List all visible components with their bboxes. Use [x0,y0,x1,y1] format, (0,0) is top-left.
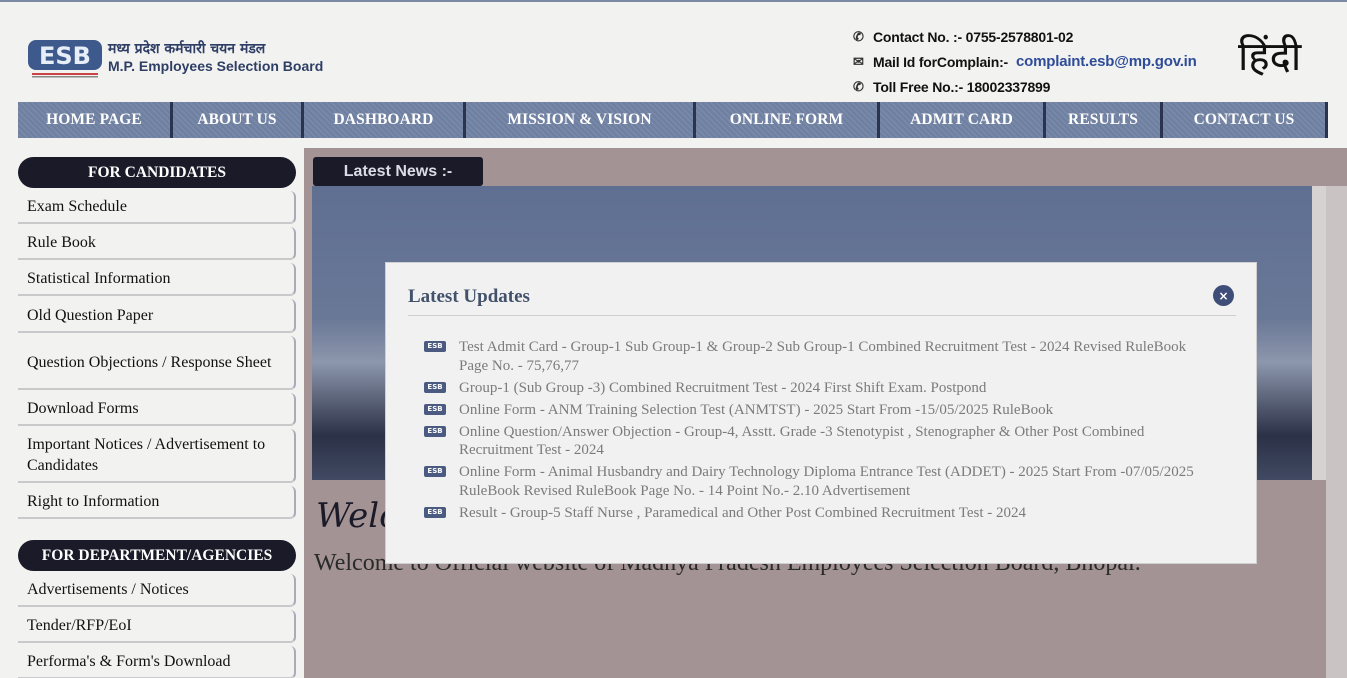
sidebar-item-exam-schedule[interactable]: Exam Schedule [18,191,296,224]
update-link[interactable]: Online Question/Answer Objection - Group… [459,423,1204,460]
phone-icon: ✆ [853,78,864,94]
list-item[interactable]: ESB Online Question/Answer Objection - G… [424,423,1204,460]
hindi-language-button[interactable]: हिंदी [1238,30,1330,84]
department-heading: FOR DEPARTMENT/AGENCIES [18,540,296,571]
close-icon[interactable]: × [1213,285,1234,306]
esb-badge-icon: ESB [424,341,446,352]
sidebar-item-advertisements[interactable]: Advertisements / Notices [18,574,296,607]
update-link[interactable]: Result - Group-5 Staff Nurse , Paramedic… [459,504,1204,523]
site-logo[interactable]: ESB मध्य प्रदेश कर्मचारी चयन मंडल M.P. E… [26,35,326,81]
nav-admit-card[interactable]: ADMIT CARD [880,102,1046,138]
nav-contact[interactable]: CONTACT US [1163,102,1325,138]
modal-divider [408,315,1236,316]
nav-online-form[interactable]: ONLINE FORM [696,102,880,138]
sidebar-item-performa-download[interactable]: Performa's & Form's Download [18,646,296,678]
sidebar-item-rti[interactable]: Right to Information [18,486,296,519]
contact-info: ✆ Contact No. :- 0755-2578801-02 ✉ Mail … [853,24,1197,99]
sidebar-item-download-forms[interactable]: Download Forms [18,393,296,426]
nav-mission-vision[interactable]: MISSION & VISION [466,102,696,138]
update-link[interactable]: Test Admit Card - Group-1 Sub Group-1 & … [459,338,1204,375]
toll-free-number: Toll Free No.:- 18002337899 [873,78,1051,95]
list-item[interactable]: ESB Test Admit Card - Group-1 Sub Group-… [424,338,1204,375]
list-item[interactable]: ESB Result - Group-5 Staff Nurse , Param… [424,504,1204,523]
candidates-sidebar: FOR CANDIDATES Exam Schedule Rule Book S… [18,157,296,519]
esb-badge-icon: ESB [424,466,446,477]
updates-list: ESB Test Admit Card - Group-1 Sub Group-… [424,338,1204,526]
mail-label: Mail Id forComplain:- [873,53,1009,70]
mail-icon: ✉ [853,53,864,69]
sidebar-item-old-question-paper[interactable]: Old Question Paper [18,299,296,333]
nav-home[interactable]: HOME PAGE [18,102,173,138]
contact-number: Contact No. :- 0755-2578801-02 [873,28,1074,45]
esb-badge-icon: ESB [424,403,446,415]
update-link[interactable]: Online Form - ANM Training Selection Tes… [459,401,1204,420]
update-link[interactable]: Online Form - Animal Husbandry and Dairy… [459,463,1204,500]
candidates-heading: FOR CANDIDATES [18,157,296,188]
right-panel-strip [1326,186,1347,678]
latest-updates-modal: Latest Updates × ESB Test Admit Card - G… [385,262,1257,564]
sidebar-item-tender[interactable]: Tender/RFP/EoI [18,610,296,643]
nav-about[interactable]: ABOUT US [173,102,304,138]
list-item[interactable]: ESB Group-1 (Sub Group -3) Combined Recr… [424,379,1204,398]
modal-title: Latest Updates [408,286,530,307]
esb-badge-icon: ESB [424,506,446,518]
logo-mark-text: ESB [39,42,91,70]
list-item[interactable]: ESB Online Form - Animal Husbandry and D… [424,463,1204,500]
esb-badge-icon: ESB [424,381,446,393]
sidebar-item-important-notices[interactable]: Important Notices / Advertisement to Can… [18,429,296,483]
list-item[interactable]: ESB Online Form - ANM Training Selection… [424,401,1204,420]
main-nav: HOME PAGE ABOUT US DASHBOARD MISSION & V… [18,102,1328,138]
logo-english-name: M.P. Employees Selection Board [108,58,324,74]
logo-hindi-name: मध्य प्रदेश कर्मचारी चयन मंडल [108,41,266,57]
esb-badge-icon: ESB [424,425,446,437]
sidebar-item-statistical-info[interactable]: Statistical Information [18,263,296,296]
nav-dashboard[interactable]: DASHBOARD [304,102,466,138]
banner-scrollbar[interactable] [1312,186,1326,480]
phone-icon: ✆ [853,28,864,44]
sidebar-item-rule-book[interactable]: Rule Book [18,227,296,260]
nav-results[interactable]: RESULTS [1046,102,1163,138]
esb-logo-icon: ESB [26,36,104,80]
update-link[interactable]: Group-1 (Sub Group -3) Combined Recruitm… [459,379,1204,398]
sidebar-item-question-objections[interactable]: Question Objections / Response Sheet [18,336,296,390]
latest-news-label: Latest News :- [313,157,483,186]
department-sidebar: FOR DEPARTMENT/AGENCIES Advertisements /… [18,540,296,678]
complaint-email-link[interactable]: complaint.esb@mp.gov.in [1016,53,1197,70]
